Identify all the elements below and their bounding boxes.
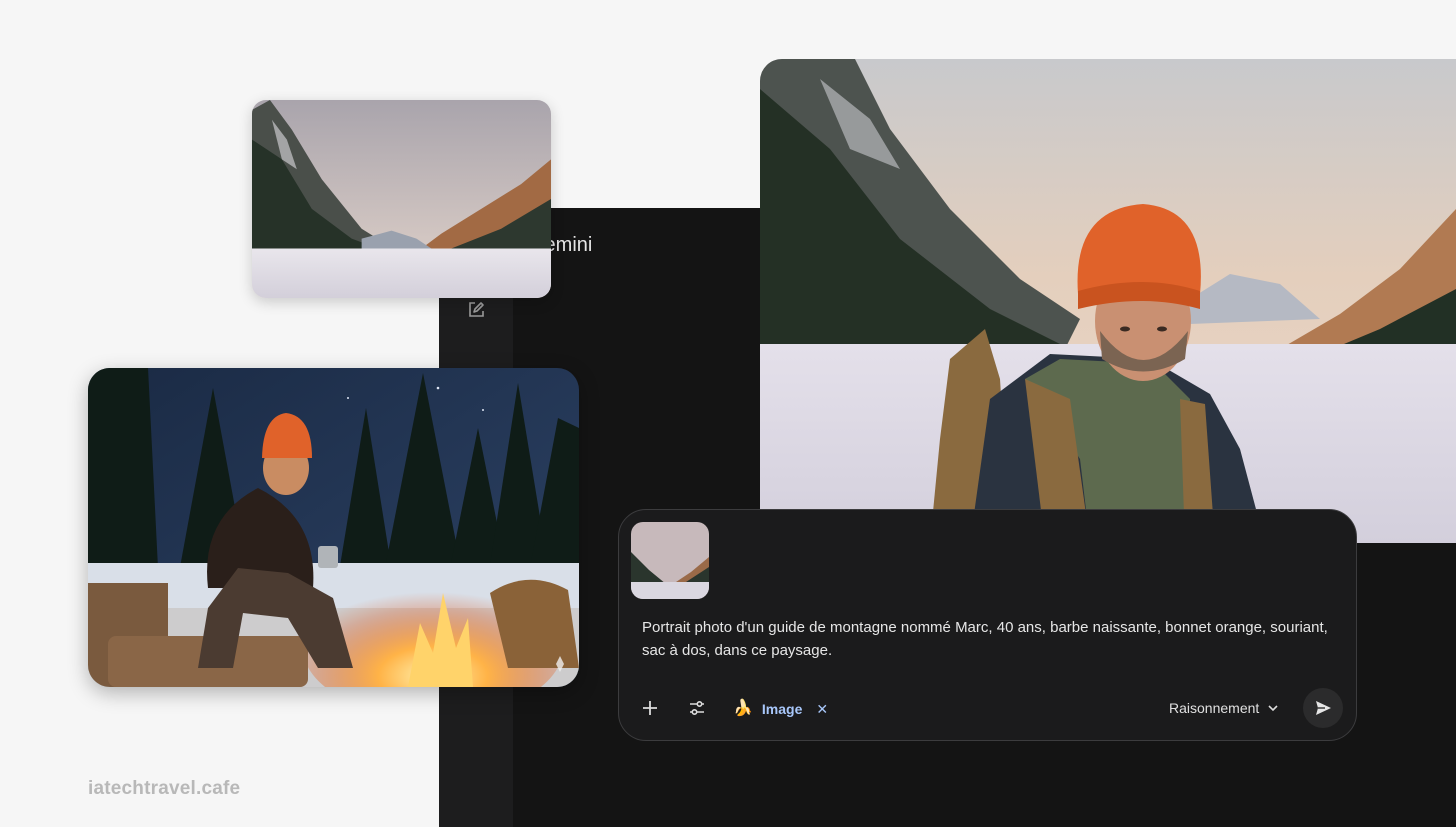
mode-selector[interactable]: Raisonnement: [1169, 696, 1279, 720]
close-icon[interactable]: ✕: [816, 701, 828, 718]
landscape-photo: [252, 100, 551, 298]
prompt-text[interactable]: Portrait photo d'un guide de montagne no…: [642, 616, 1332, 662]
send-button[interactable]: [1303, 688, 1343, 728]
new-chat-icon: [469, 302, 484, 317]
send-icon: [1316, 701, 1331, 715]
sliders-icon: [690, 700, 704, 716]
mode-label: Raisonnement: [1169, 700, 1260, 716]
attached-image-thumbnail[interactable]: [631, 522, 709, 599]
image-tool-chip[interactable]: 🍌 Image ✕: [733, 695, 828, 723]
chevron-down-icon: [1268, 705, 1278, 712]
campfire-photo: [88, 368, 579, 687]
site-watermark: iatechtravel.cafe: [88, 778, 241, 799]
prompt-input-box[interactable]: Portrait photo d'un guide de montagne no…: [618, 509, 1357, 741]
banana-icon: 🍌: [733, 700, 753, 717]
new-chat-button[interactable]: [461, 295, 491, 325]
generated-portrait-photo: [760, 59, 1456, 543]
tools-button[interactable]: [681, 692, 713, 724]
plus-icon: [643, 701, 657, 715]
add-button[interactable]: [634, 692, 666, 724]
image-tool-label: Image: [761, 701, 803, 717]
